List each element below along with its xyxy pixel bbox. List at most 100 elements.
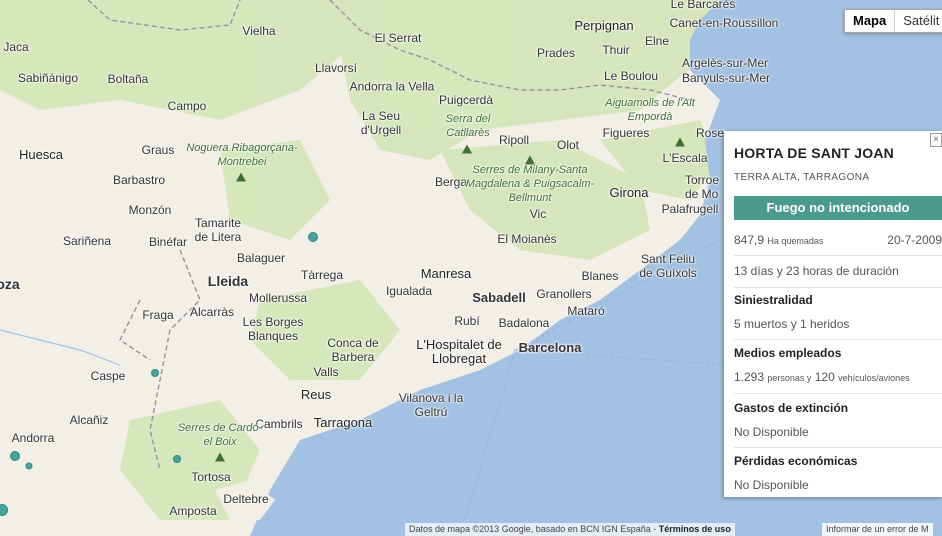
map-type-control: Mapa Satélit [844,9,942,33]
place-label: Lleida [207,273,249,289]
place-label: Andorra la Vella [349,79,435,94]
tree-icon [236,172,246,182]
place-label: Olot [556,138,580,152]
place-label: Vilanova i la Geltrú [398,391,464,419]
place-label: Igualada [385,284,433,298]
place-label: El Serrat [374,31,422,45]
place-label: Binéfar [148,235,188,249]
place-label: Llavorsí [314,61,358,75]
tree-icon [462,144,472,154]
place-label: L'Escala [662,151,708,165]
place-label: Girona [609,185,649,200]
people-value: 1.293 [734,370,765,384]
cost-heading: Gastos de extinción [734,401,849,415]
divider [734,255,942,256]
place-label: Reus [300,387,332,402]
place-label: Manresa [420,266,472,281]
place-label: Badalona [498,316,550,330]
place-label: Vic [529,207,547,221]
fire-title: HORTA DE SANT JOAN [734,145,894,161]
divider [734,447,942,448]
fire-marker[interactable] [151,369,159,377]
place-label: Rose [695,126,725,140]
fire-location: TERRA ALTA, TARRAGONA [734,172,870,183]
hectares-unit: Ha quemadas [767,236,824,246]
fire-marker[interactable] [308,232,318,242]
place-label: Caspe [90,369,126,383]
cause-badge: Fuego no intencionado [734,196,942,220]
park-label: Serres de Cardó-el Boix [177,422,263,448]
people-unit: personas y [767,373,812,383]
place-label: Les Borges Blanques [242,315,304,343]
place-label: Sabiñánigo [17,71,79,85]
place-label: Palafrugell [661,202,719,216]
place-label: Torroe de Mo [685,173,720,201]
place-label: Barcelona [518,340,582,355]
place-label: Mataró [567,304,605,318]
place-label: Boltaña [107,72,149,86]
tree-icon [215,452,225,462]
place-label: Graus [141,143,175,157]
casualties-heading: Siniestralidad [734,293,813,307]
tree-icon [675,137,685,147]
place-label: Perpignan [574,18,634,33]
place-label: Mollerussa [248,291,308,305]
place-label: Jaca [3,40,29,54]
place-label: Campo [167,99,207,113]
losses-heading: Pérdidas económicas [734,454,858,468]
vehicles-unit: vehículos/aviones [838,373,910,383]
place-label: Blanes [581,269,619,283]
report-error-link[interactable]: Informar de un error de M [822,523,933,536]
resources-value: 1.293 personas y 120 vehículos/aviones [734,370,942,384]
place-label: Rubí [454,314,480,328]
place-label: Le Boulou [603,69,659,83]
vehicles-value: 120 [814,370,835,384]
place-label: Prades [536,46,576,60]
fire-marker[interactable] [25,462,33,470]
fire-info-panel: × HORTA DE SANT JOAN TERRA ALTA, TARRAGO… [724,131,942,497]
place-label: Ripoll [498,133,530,147]
place-label: Figueres [602,126,650,140]
close-icon[interactable]: × [930,133,942,147]
place-label: L'Hospitalet de Llobregat [416,337,502,366]
fire-marker[interactable] [10,451,20,461]
attribution-text: Datos de mapa ©2013 Google, basado en BC… [409,524,657,534]
place-label: oza [0,276,20,292]
place-label: Fraga [142,308,174,322]
place-label: Tamarite de Litera [194,216,242,244]
place-label: Monzón [128,203,172,217]
fire-date: 20-7-2009 [887,233,942,247]
place-label: La Seu d'Urgell [360,109,402,137]
place-label: El Moianès [497,232,557,246]
place-label: Argelès-sur-Mer [681,56,769,70]
place-label: Canet-en-Roussillon [669,16,779,30]
place-label: Alcañiz [69,413,109,427]
place-label: Granollers [536,287,592,301]
place-label: Tortosa [191,470,231,484]
map-attribution: Datos de mapa ©2013 Google, basado en BC… [405,523,735,536]
casualties-value: 5 muertos y 1 heridos [734,317,850,331]
place-label: Puigcerdà [438,93,494,107]
divider [734,393,942,394]
terms-link[interactable]: Términos de uso [659,524,731,534]
map-type-map-button[interactable]: Mapa [845,10,894,32]
hectares-value: 847,9 [734,233,765,247]
place-label: Sant Feliu de Guíxols [639,252,697,280]
place-label: Valls [313,365,339,379]
place-label: Banyuls-sur-Mer [681,71,771,85]
park-label: Serra del Catllarès [445,113,491,139]
place-label: Deltebre [223,492,269,506]
resources-heading: Medios empleados [734,346,842,360]
fire-marker[interactable] [173,455,181,463]
cost-value: No Disponible [734,425,809,439]
place-label: Huesca [18,147,64,162]
park-label: Serres de Milany-Santa Magdalena & Puigs… [465,164,595,204]
park-label: Noguera Ribagorçana-Montrebei [186,142,298,168]
place-label: Alcarràs [189,305,235,319]
place-label: Vielha [242,24,276,38]
losses-value: No Disponible [734,478,809,492]
place-label: Amposta [169,504,217,518]
place-label: Le Barcarès [670,0,736,11]
place-label: Balaguer [236,251,286,265]
map-type-satellite-button[interactable]: Satélit [894,10,942,32]
